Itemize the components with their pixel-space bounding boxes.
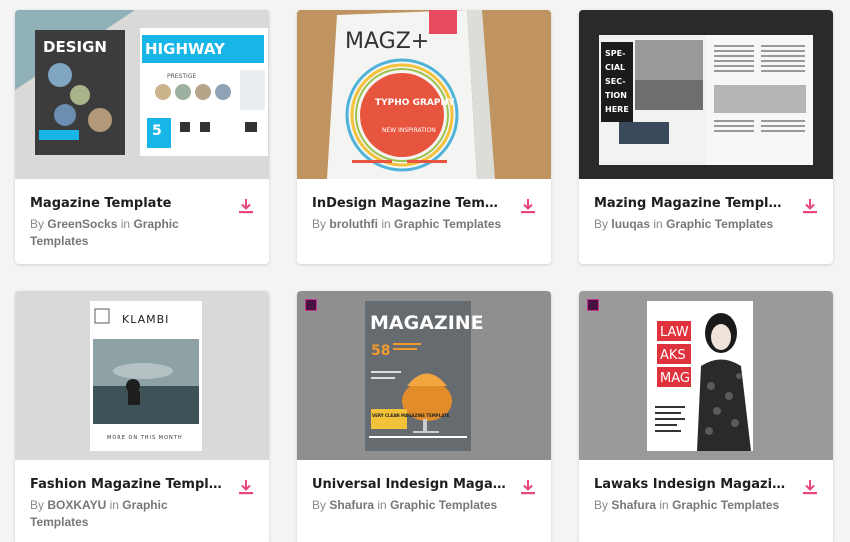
cover-text-3: MAG xyxy=(660,371,690,386)
by-label: By xyxy=(594,498,609,512)
by-label: By xyxy=(312,217,327,231)
item-meta: By Shafura in Graphic Templates xyxy=(594,497,789,514)
item-meta: By luuqas in Graphic Templates xyxy=(594,216,789,233)
item-meta: By BOXKAYU in Graphic Templates xyxy=(30,497,225,531)
category-link[interactable]: Graphic Templates xyxy=(390,498,497,512)
by-label: By xyxy=(30,217,45,231)
item-title-link[interactable]: Universal Indesign Magaz... xyxy=(312,476,507,493)
item-card-2[interactable]: MAGZ+ TYPHO GRAPHY NEW INSPIRATION InDes… xyxy=(297,10,551,264)
author-link[interactable]: Shafura xyxy=(611,498,656,512)
item-card-5[interactable]: MAGAZINE 58 VERY CLEAN MAGAZINE TEMPLATE… xyxy=(297,291,551,542)
item-thumbnail[interactable]: SPE- CIAL SEC- TION HERE xyxy=(579,10,833,179)
author-link[interactable]: Shafura xyxy=(329,498,374,512)
magazine-preview-image: SPE- CIAL SEC- TION HERE xyxy=(579,10,833,179)
item-card-4[interactable]: KLAMBI MORE ON THIS MONTH Fashion Magazi… xyxy=(15,291,269,542)
cover-text-2: TYPHO GRAPHY xyxy=(375,98,455,108)
cover-text-4: 5 xyxy=(152,123,162,139)
item-meta: By GreenSocks in Graphic Templates xyxy=(30,216,225,250)
category-link[interactable]: Graphic Templates xyxy=(666,217,773,231)
cover-text-3: PRESTIGE xyxy=(167,73,196,80)
item-title-link[interactable]: InDesign Magazine Templ... xyxy=(312,195,507,212)
item-title-link[interactable]: Lawaks Indesign Magazin... xyxy=(594,476,789,493)
cover-text-2: HIGHWAY xyxy=(145,40,226,58)
cover-text-5: HERE xyxy=(605,105,629,114)
item-card-3[interactable]: SPE- CIAL SEC- TION HERE Mazing Magazine… xyxy=(579,10,833,264)
in-label: in xyxy=(659,498,669,512)
cover-text-2: 58 xyxy=(371,343,390,359)
in-label: in xyxy=(381,217,391,231)
indesign-icon xyxy=(305,299,317,311)
item-info: Lawaks Indesign Magazin... By Shafura in… xyxy=(579,460,833,542)
magazine-preview-image: KLAMBI MORE ON THIS MONTH xyxy=(15,291,269,460)
item-card-6[interactable]: LAW AKS MAG Lawaks Indesign Magazin... B… xyxy=(579,291,833,542)
author-link[interactable]: broluthfi xyxy=(329,217,378,231)
by-label: By xyxy=(594,217,609,231)
cover-text-2: AKS xyxy=(660,348,686,363)
cover-text-2: CIAL xyxy=(605,63,625,72)
cover-text-1: MAGZ+ xyxy=(345,29,429,54)
in-label: in xyxy=(109,498,119,512)
download-icon[interactable] xyxy=(237,478,255,496)
cover-text-1: SPE- xyxy=(605,49,625,58)
cover-text-1: LAW xyxy=(660,325,689,340)
magazine-preview-image: DESIGN HIGHWAY PRESTIGE 5 xyxy=(15,10,269,179)
download-icon[interactable] xyxy=(237,197,255,215)
category-link[interactable]: Graphic Templates xyxy=(672,498,779,512)
item-title-link[interactable]: Mazing Magazine Template xyxy=(594,195,789,212)
cover-text-1: MAGAZINE xyxy=(370,312,484,334)
category-link[interactable]: Graphic Templates xyxy=(394,217,501,231)
item-meta: By broluthfi in Graphic Templates xyxy=(312,216,507,233)
download-icon[interactable] xyxy=(519,478,537,496)
in-label: in xyxy=(377,498,387,512)
item-grid: DESIGN HIGHWAY PRESTIGE 5 Magazine Templ… xyxy=(0,0,850,542)
item-thumbnail[interactable]: LAW AKS MAG xyxy=(579,291,833,460)
cover-text-1: DESIGN xyxy=(43,38,107,56)
cover-text-1: KLAMBI xyxy=(122,313,169,326)
item-title-link[interactable]: Fashion Magazine Templa... xyxy=(30,476,225,493)
by-label: By xyxy=(30,498,45,512)
item-card-1[interactable]: DESIGN HIGHWAY PRESTIGE 5 Magazine Templ… xyxy=(15,10,269,264)
item-info: InDesign Magazine Templ... By broluthfi … xyxy=(297,179,551,264)
item-thumbnail[interactable]: DESIGN HIGHWAY PRESTIGE 5 xyxy=(15,10,269,179)
item-info: Fashion Magazine Templa... By BOXKAYU in… xyxy=(15,460,269,542)
in-label: in xyxy=(120,217,131,231)
cover-text-3: SEC- xyxy=(605,77,626,86)
in-label: in xyxy=(653,217,663,231)
item-title-link[interactable]: Magazine Template xyxy=(30,195,225,212)
item-info: Mazing Magazine Template By luuqas in Gr… xyxy=(579,179,833,264)
item-info: Universal Indesign Magaz... By Shafura i… xyxy=(297,460,551,542)
download-icon[interactable] xyxy=(801,478,819,496)
author-link[interactable]: BOXKAYU xyxy=(47,498,106,512)
cover-text-4: TION xyxy=(605,91,627,100)
cover-text-2: MORE ON THIS MONTH xyxy=(107,435,183,441)
author-link[interactable]: luuqas xyxy=(611,217,650,231)
magazine-preview-image: MAGZ+ TYPHO GRAPHY NEW INSPIRATION xyxy=(297,10,551,179)
author-link[interactable]: GreenSocks xyxy=(47,217,117,231)
cover-text-3: VERY CLEAN MAGAZINE TEMPLATE xyxy=(372,413,450,418)
download-icon[interactable] xyxy=(519,197,537,215)
item-thumbnail[interactable]: MAGAZINE 58 VERY CLEAN MAGAZINE TEMPLATE xyxy=(297,291,551,460)
item-meta: By Shafura in Graphic Templates xyxy=(312,497,507,514)
cover-text-3: NEW INSPIRATION xyxy=(382,127,436,134)
magazine-preview-image: LAW AKS MAG xyxy=(579,291,833,460)
item-thumbnail[interactable]: KLAMBI MORE ON THIS MONTH xyxy=(15,291,269,460)
by-label: By xyxy=(312,498,327,512)
item-thumbnail[interactable]: MAGZ+ TYPHO GRAPHY NEW INSPIRATION xyxy=(297,10,551,179)
item-info: Magazine Template By GreenSocks in Graph… xyxy=(15,179,269,264)
download-icon[interactable] xyxy=(801,197,819,215)
magazine-preview-image: MAGAZINE 58 VERY CLEAN MAGAZINE TEMPLATE xyxy=(297,291,551,460)
indesign-icon xyxy=(587,299,599,311)
